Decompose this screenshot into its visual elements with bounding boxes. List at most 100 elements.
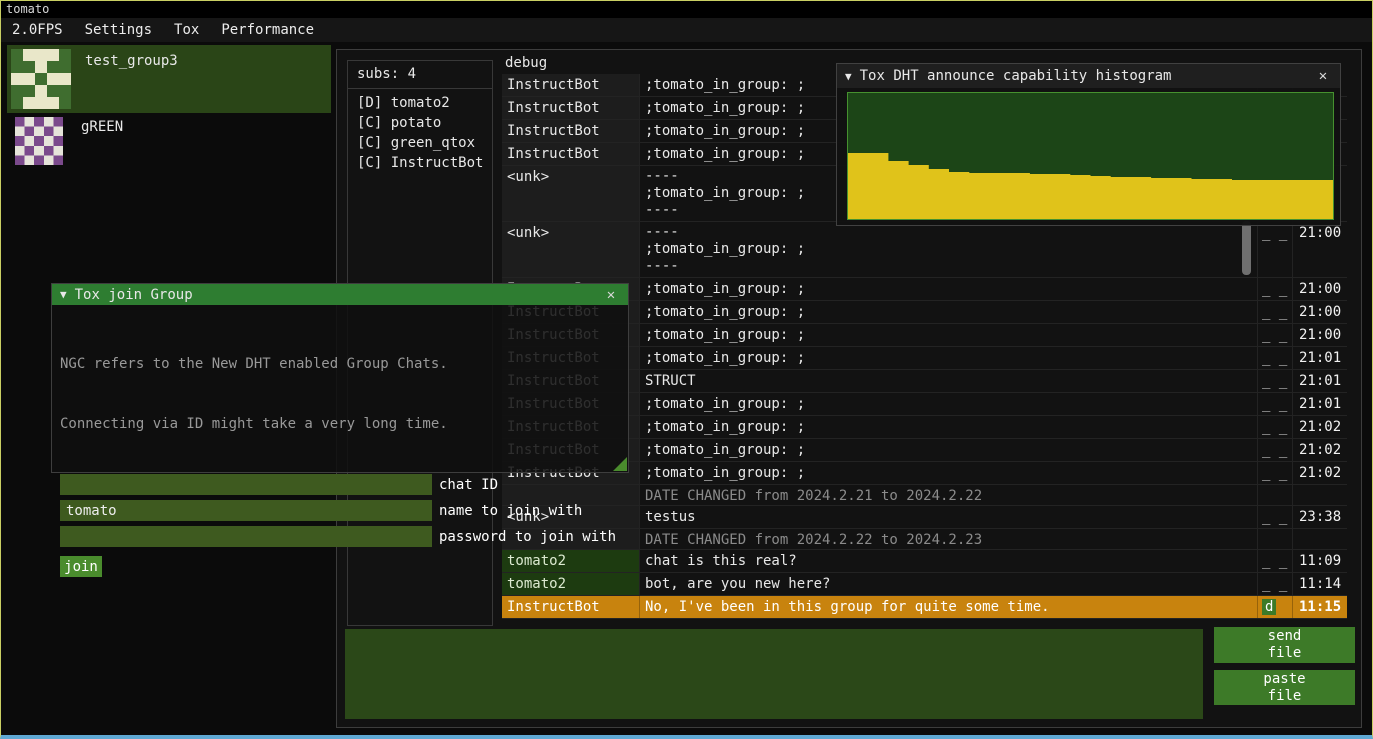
- flags-cell: _ _: [1257, 222, 1292, 277]
- member-item[interactable]: [C] InstructBot: [348, 153, 492, 173]
- time-cell: 11:09: [1292, 550, 1347, 572]
- flags-cell: _ _: [1257, 347, 1292, 369]
- time-cell: 21:02: [1292, 416, 1347, 438]
- group-item-green[interactable]: gREEN: [7, 113, 331, 171]
- message-cell: STRUCT: [639, 370, 1257, 392]
- menu-item-performance[interactable]: Performance: [210, 18, 325, 42]
- time-cell: [1292, 529, 1347, 549]
- window-title: tomato: [6, 2, 49, 16]
- time-cell: 11:15: [1292, 596, 1347, 618]
- join-field-label: name to join with: [439, 503, 582, 519]
- flags-cell: _ _: [1257, 324, 1292, 346]
- message-cell: testus: [639, 506, 1257, 528]
- send-file-button[interactable]: send file: [1214, 627, 1355, 663]
- flags-cell: _ _: [1257, 278, 1292, 300]
- message-cell: ;tomato_in_group: ;: [639, 393, 1257, 415]
- sender-cell: InstructBot: [502, 596, 639, 618]
- message-cell: No, I've been in this group for quite so…: [639, 596, 1257, 618]
- close-icon[interactable]: ✕: [602, 287, 620, 303]
- time-cell: 21:00: [1292, 301, 1347, 323]
- sender-cell: InstructBot: [502, 97, 639, 119]
- menu-item-2-0fps: 2.0FPS: [1, 18, 74, 42]
- join-field-name-to-join-with[interactable]: [60, 500, 432, 521]
- resize-grip[interactable]: [613, 457, 627, 471]
- chat-message-row[interactable]: <unk>testus_ _23:38: [502, 506, 1347, 529]
- histogram-window-titlebar[interactable]: ▼ Tox DHT announce capability histogram …: [837, 64, 1340, 88]
- flags-cell: d: [1257, 596, 1292, 618]
- flags-cell: _ _: [1257, 393, 1292, 415]
- members-list: [D] tomato2[C] potato[C] green_qtox[C] I…: [348, 89, 492, 173]
- chat-message-row[interactable]: <unk>---- ;tomato_in_group: ; ----_ _21:…: [502, 222, 1347, 278]
- join-field-row: name to join with: [60, 500, 620, 521]
- join-field-password-to-join-with[interactable]: [60, 526, 432, 547]
- message-cell: bot, are you new here?: [639, 573, 1257, 595]
- join-window-body: NGC refers to the New DHT enabled Group …: [52, 305, 628, 472]
- time-cell: 21:00: [1292, 278, 1347, 300]
- date-changed-text: DATE CHANGED from 2024.2.21 to 2024.2.22: [639, 485, 1257, 505]
- members-header: subs: 4: [348, 61, 492, 89]
- chat-message-row[interactable]: tomato2chat is this real?_ _11:09: [502, 550, 1347, 573]
- date-changed-text: DATE CHANGED from 2024.2.22 to 2024.2.23: [639, 529, 1257, 549]
- close-icon[interactable]: ✕: [1314, 68, 1332, 84]
- flags-cell: _ _: [1257, 439, 1292, 461]
- menu-item-settings[interactable]: Settings: [74, 18, 163, 42]
- join-button[interactable]: join: [60, 556, 102, 577]
- sender-cell: InstructBot: [502, 143, 639, 165]
- date-separator-row: DATE CHANGED from 2024.2.21 to 2024.2.22: [502, 485, 1347, 506]
- sender-cell: <unk>: [502, 222, 639, 277]
- flags-cell: [1257, 485, 1292, 505]
- join-field-row: chat ID: [60, 474, 620, 495]
- menu-item-tox[interactable]: Tox: [163, 18, 210, 42]
- time-cell: 21:00: [1292, 324, 1347, 346]
- member-item[interactable]: [C] potato: [348, 113, 492, 133]
- flags-cell: _ _: [1257, 301, 1292, 323]
- flags-cell: _ _: [1257, 506, 1292, 528]
- message-cell: ;tomato_in_group: ;: [639, 347, 1257, 369]
- time-cell: 21:02: [1292, 462, 1347, 484]
- flags-cell: [1257, 529, 1292, 549]
- date-separator-row: DATE CHANGED from 2024.2.22 to 2024.2.23: [502, 529, 1347, 550]
- join-field-chat-id[interactable]: [60, 474, 432, 495]
- join-window-title: Tox join Group: [75, 287, 594, 303]
- chat-scrollbar[interactable]: [1242, 221, 1251, 275]
- group-avatar: [15, 117, 63, 165]
- os-titlebar: tomato: [1, 1, 1372, 18]
- join-desc-line1: NGC refers to the New DHT enabled Group …: [60, 354, 620, 374]
- group-name: test_group3: [85, 53, 178, 113]
- time-cell: 21:01: [1292, 393, 1347, 415]
- time-cell: 21:01: [1292, 370, 1347, 392]
- paste-file-button[interactable]: paste file: [1214, 670, 1355, 705]
- chat-message-row[interactable]: InstructBotNo, I've been in this group f…: [502, 596, 1347, 619]
- histogram-plot-svg: [848, 93, 1333, 219]
- time-cell: 21:00: [1292, 222, 1347, 277]
- message-cell: ---- ;tomato_in_group: ; ----: [639, 222, 1257, 277]
- join-fields: chat ID name to join with password to join…: [60, 474, 620, 547]
- collapse-arrow-icon[interactable]: ▼: [845, 70, 852, 83]
- join-field-row: password to join with: [60, 526, 620, 547]
- message-cell: ;tomato_in_group: ;: [639, 439, 1257, 461]
- member-item[interactable]: [C] green_qtox: [348, 133, 492, 153]
- chat-message-row[interactable]: tomato2bot, are you new here?_ _11:14: [502, 573, 1347, 596]
- join-window-titlebar[interactable]: ▼ Tox join Group ✕: [52, 284, 628, 305]
- group-name: gREEN: [81, 119, 123, 171]
- join-field-label: chat ID: [439, 477, 498, 493]
- flags-cell: _ _: [1257, 462, 1292, 484]
- message-cell: ;tomato_in_group: ;: [639, 324, 1257, 346]
- collapse-arrow-icon[interactable]: ▼: [60, 288, 67, 301]
- group-item-test-group3[interactable]: test_group3: [7, 45, 331, 113]
- message-input[interactable]: [345, 629, 1203, 719]
- flags-cell: _ _: [1257, 573, 1292, 595]
- group-avatar: [11, 49, 71, 109]
- member-item[interactable]: [D] tomato2: [348, 93, 492, 113]
- chat-debug-header[interactable]: debug: [505, 55, 547, 71]
- sender-cell: <unk>: [502, 166, 639, 221]
- join-group-window: ▼ Tox join Group ✕ NGC refers to the New…: [51, 283, 629, 473]
- delivered-badge: d: [1262, 599, 1276, 615]
- sender-cell: InstructBot: [502, 120, 639, 142]
- menu-bar: 2.0FPSSettingsToxPerformance: [1, 18, 1372, 42]
- time-cell: [1292, 485, 1347, 505]
- message-cell: ;tomato_in_group: ;: [639, 301, 1257, 323]
- message-cell: ;tomato_in_group: ;: [639, 416, 1257, 438]
- time-cell: 21:01: [1292, 347, 1347, 369]
- join-desc-line2: Connecting via ID might take a very long…: [60, 414, 620, 434]
